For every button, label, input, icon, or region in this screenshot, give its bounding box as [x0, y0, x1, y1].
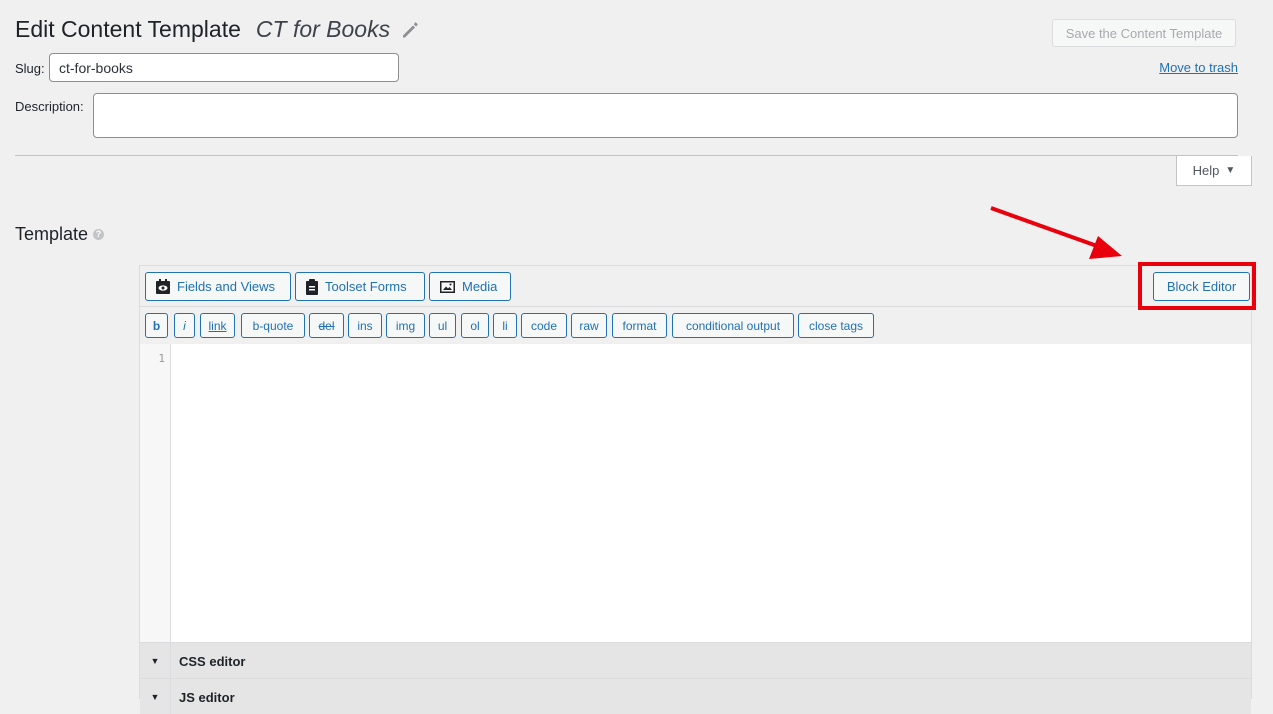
template-editor: Fields and Views Toolset Forms Media Blo…	[139, 265, 1252, 714]
line-number: 1	[158, 352, 165, 365]
css-editor-section[interactable]: ▼ CSS editor	[140, 642, 1251, 678]
quicktag-ins-button[interactable]: ins	[348, 313, 382, 338]
template-name[interactable]: CT for Books	[256, 16, 390, 43]
toolset-forms-button[interactable]: Toolset Forms	[295, 272, 425, 301]
help-question-icon[interactable]: ?	[93, 229, 105, 240]
title-row: Edit Content Template CT for Books	[15, 16, 420, 43]
editor-toolbar: Fields and Views Toolset Forms Media Blo…	[140, 266, 1251, 307]
quicktag-ul-button[interactable]: ul	[429, 313, 456, 338]
clipboard-icon	[306, 278, 318, 295]
quicktags-toolbar: b i link b-quote del ins img ul ol li co…	[140, 307, 1251, 345]
help-label: Help	[1192, 163, 1220, 178]
page-title: Edit Content Template	[15, 16, 241, 42]
quicktag-bquote-button[interactable]: b-quote	[241, 313, 305, 338]
quicktag-format-button[interactable]: format	[612, 313, 667, 338]
description-label: Description:	[15, 99, 84, 114]
fields-views-icon	[156, 279, 170, 294]
help-button[interactable]: Help ▼	[1176, 156, 1252, 186]
quicktag-ol-button[interactable]: ol	[461, 313, 489, 338]
quicktag-raw-button[interactable]: raw	[571, 313, 607, 338]
highlight-box-annotation	[1138, 262, 1256, 310]
quicktag-code-button[interactable]: code	[521, 313, 567, 338]
quicktag-close-tags-button[interactable]: close tags	[798, 313, 874, 338]
quicktag-italic-button[interactable]: i	[174, 313, 195, 338]
save-button[interactable]: Save the Content Template	[1052, 19, 1236, 47]
line-number-gutter: 1	[140, 344, 171, 642]
caret-down-icon: ▼	[1225, 165, 1236, 176]
quicktag-del-button[interactable]: del	[309, 313, 344, 338]
quicktag-link-button[interactable]: link	[200, 313, 235, 338]
quicktag-conditional-output-button[interactable]: conditional output	[672, 313, 794, 338]
triangle-down-icon[interactable]: ▼	[140, 643, 171, 678]
css-editor-label: CSS editor	[179, 654, 246, 669]
media-button[interactable]: Media	[429, 272, 511, 301]
toolset-forms-label: Toolset Forms	[325, 279, 407, 294]
code-editor-area[interactable]	[171, 344, 1251, 642]
slug-label: Slug:	[15, 61, 45, 76]
js-editor-section[interactable]: ▼ JS editor	[140, 678, 1251, 714]
fields-and-views-button[interactable]: Fields and Views	[145, 272, 291, 301]
red-arrow-annotation	[990, 206, 1122, 259]
pencil-icon[interactable]	[400, 20, 420, 40]
move-to-trash-link[interactable]: Move to trash	[1159, 60, 1238, 75]
js-editor-label: JS editor	[179, 690, 235, 705]
quicktag-li-button[interactable]: li	[493, 313, 517, 338]
template-heading-label: Template	[15, 224, 89, 244]
template-heading: Template ?	[15, 224, 105, 245]
quicktag-img-button[interactable]: img	[386, 313, 425, 338]
media-label: Media	[462, 279, 498, 294]
description-input[interactable]	[93, 93, 1238, 138]
image-icon	[440, 280, 455, 293]
fields-and-views-label: Fields and Views	[177, 279, 276, 294]
divider	[15, 155, 1238, 156]
slug-input[interactable]	[49, 53, 399, 82]
triangle-down-icon[interactable]: ▼	[140, 679, 171, 714]
quicktag-bold-button[interactable]: b	[145, 313, 168, 338]
